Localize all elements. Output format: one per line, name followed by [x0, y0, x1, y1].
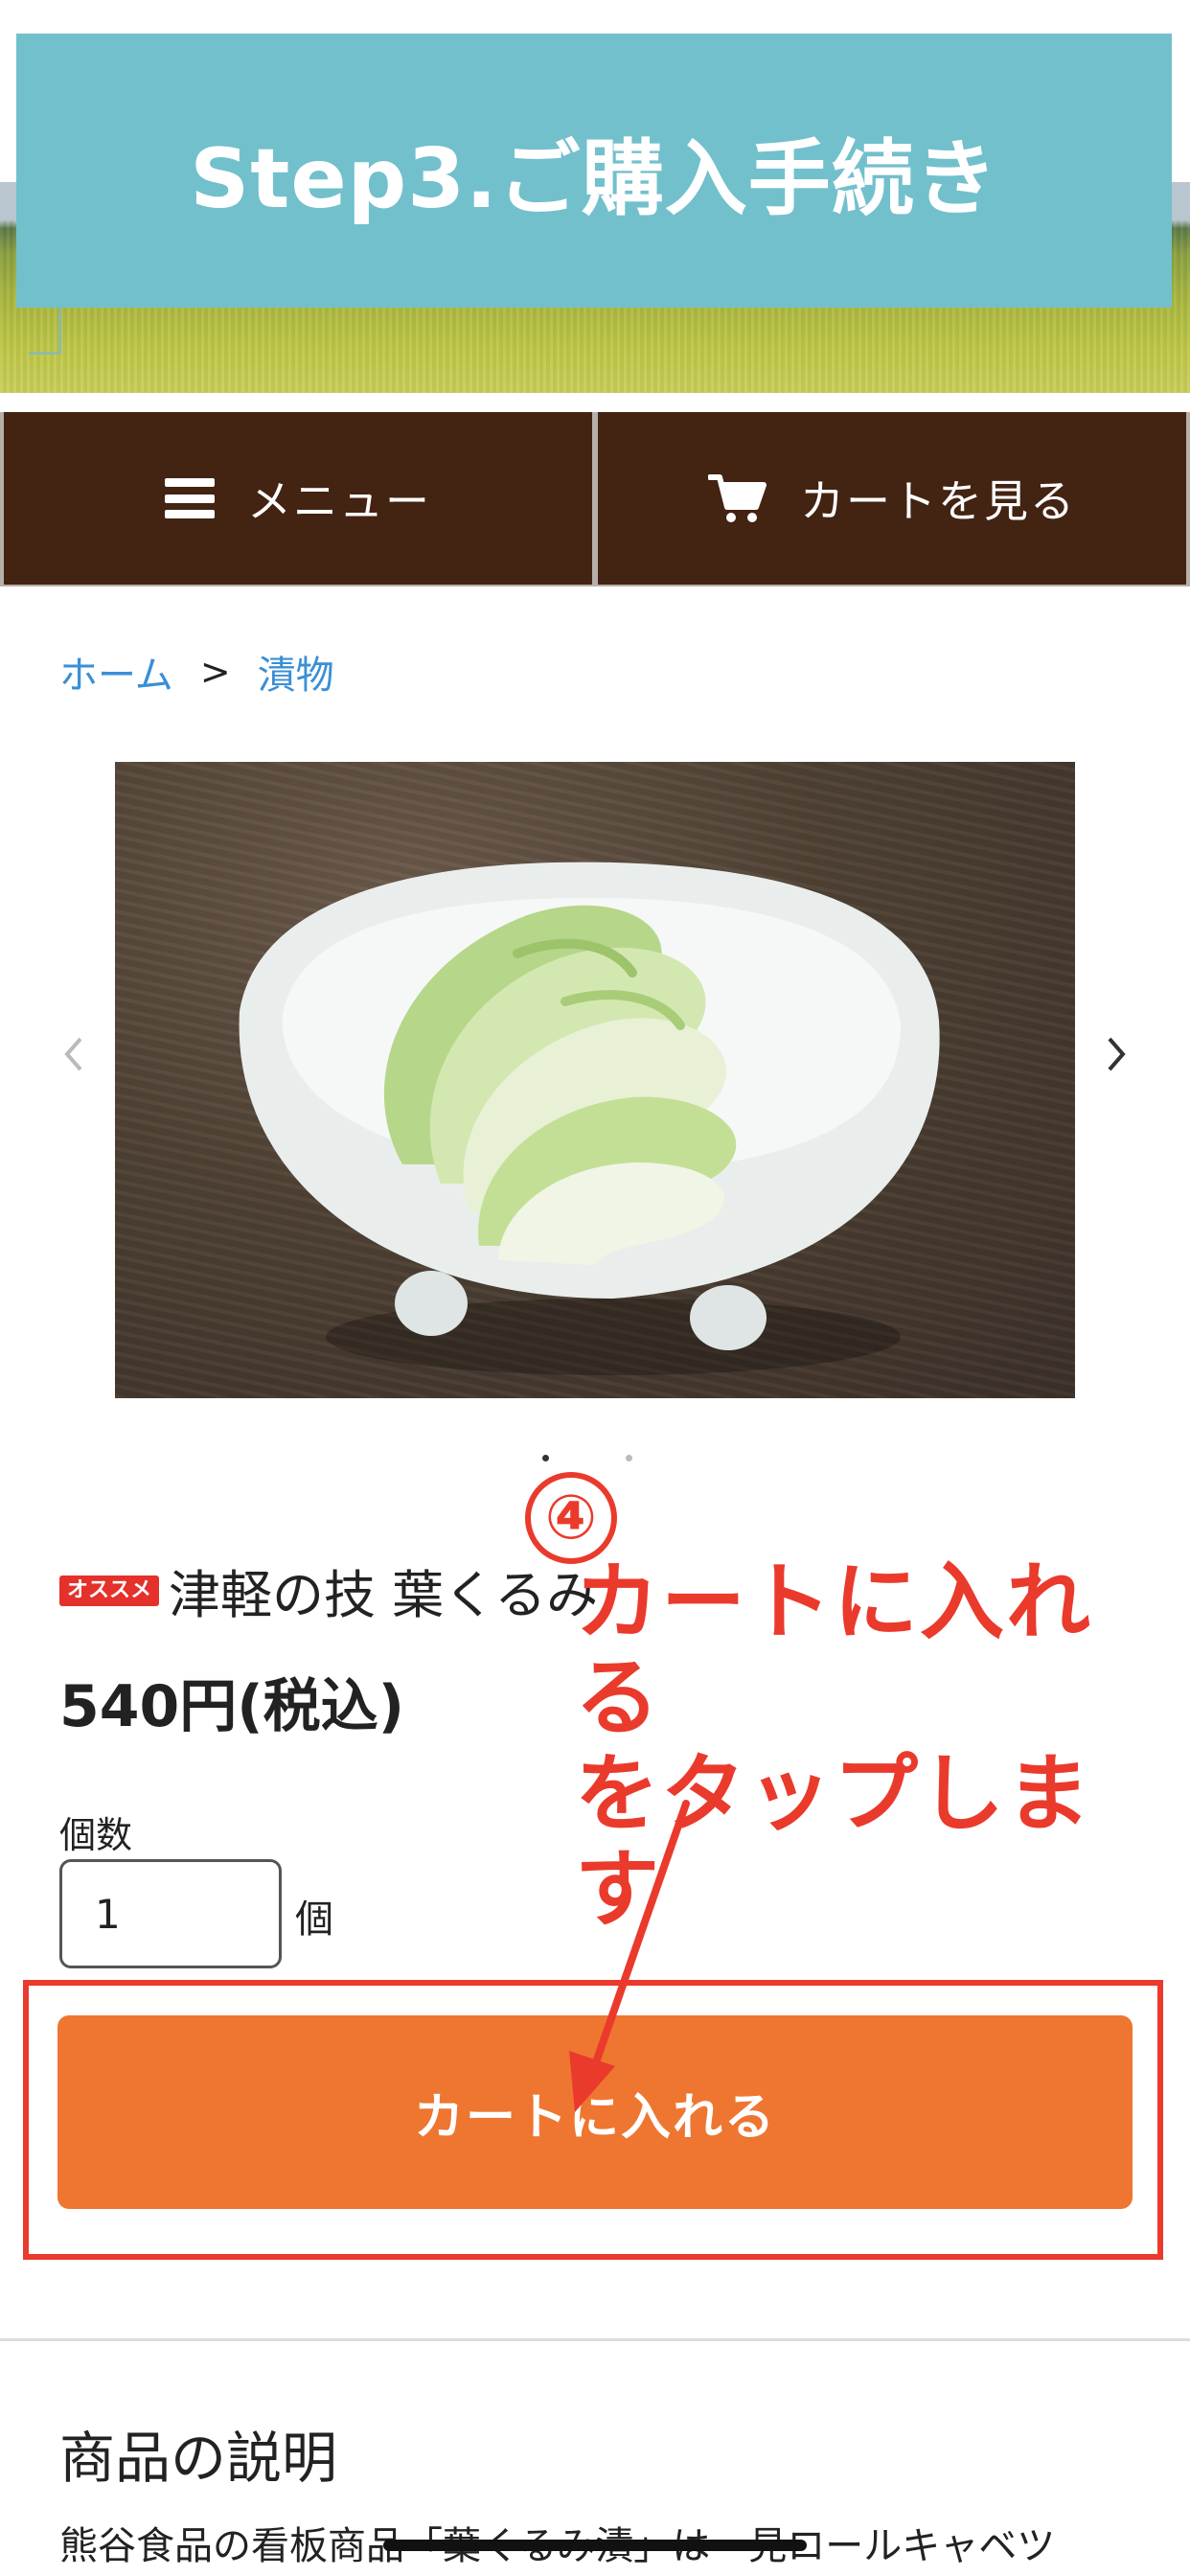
breadcrumb-separator: >	[199, 651, 231, 693]
quantity-label: 個数	[59, 1814, 133, 1856]
home-indicator[interactable]	[383, 2540, 807, 2551]
menu-button-label: メニュー	[247, 475, 431, 527]
chevron-left-icon	[64, 1037, 82, 1071]
tutorial-callout-line2: をタップします	[575, 1744, 1093, 1939]
carousel-dot-active[interactable]	[542, 1455, 549, 1461]
section-divider	[0, 2338, 1190, 2341]
breadcrumb: ホーム > 漬物	[59, 644, 334, 700]
product-image[interactable]	[115, 762, 1075, 1398]
recommended-badge: オススメ	[59, 1575, 160, 1606]
view-cart-button-label: カートを見る	[800, 475, 1076, 527]
carousel-prev-button[interactable]	[54, 1025, 92, 1083]
page: Step3.ご購入手続き メニュー カートを見る ホーム > 漬物 オススメ 津…	[0, 0, 1190, 2576]
carousel-next-button[interactable]	[1098, 1025, 1136, 1083]
view-cart-button[interactable]: カートを見る	[598, 412, 1186, 585]
cart-icon	[708, 474, 767, 522]
breadcrumb-category-link[interactable]: 漬物	[258, 644, 334, 700]
nav-bar: メニュー カートを見る	[0, 412, 1190, 586]
menu-button[interactable]: メニュー	[4, 412, 592, 585]
step-banner-title: Step3.ご購入手続き	[190, 130, 998, 227]
add-to-cart-button[interactable]: カートに入れる	[57, 2015, 1133, 2209]
quantity-input[interactable]	[59, 1859, 282, 1968]
product-name: 津軽の技 葉くるみ	[169, 1565, 599, 1625]
carousel-dot[interactable]	[626, 1455, 632, 1461]
breadcrumb-home-link[interactable]: ホーム	[59, 644, 173, 700]
tutorial-callout-line1: カートに入れる	[575, 1552, 1093, 1747]
hamburger-icon	[165, 478, 215, 518]
chevron-right-icon	[1108, 1037, 1126, 1071]
pickled-cabbage-bowl-image	[239, 862, 940, 1375]
hero-logo-fragment	[29, 305, 61, 355]
quantity-unit: 個	[295, 1898, 333, 1942]
product-price: 540円(税込)	[59, 1673, 405, 1740]
step-banner: Step3.ご購入手続き	[16, 34, 1172, 308]
carousel-dots	[542, 1455, 632, 1461]
description-heading: 商品の説明	[59, 2426, 338, 2491]
tutorial-callout: カートに入れる をタップします	[575, 1554, 1169, 1938]
tutorial-step-number: ④	[525, 1472, 617, 1564]
product-title-row: オススメ 津軽の技 葉くるみ	[59, 1552, 598, 1628]
